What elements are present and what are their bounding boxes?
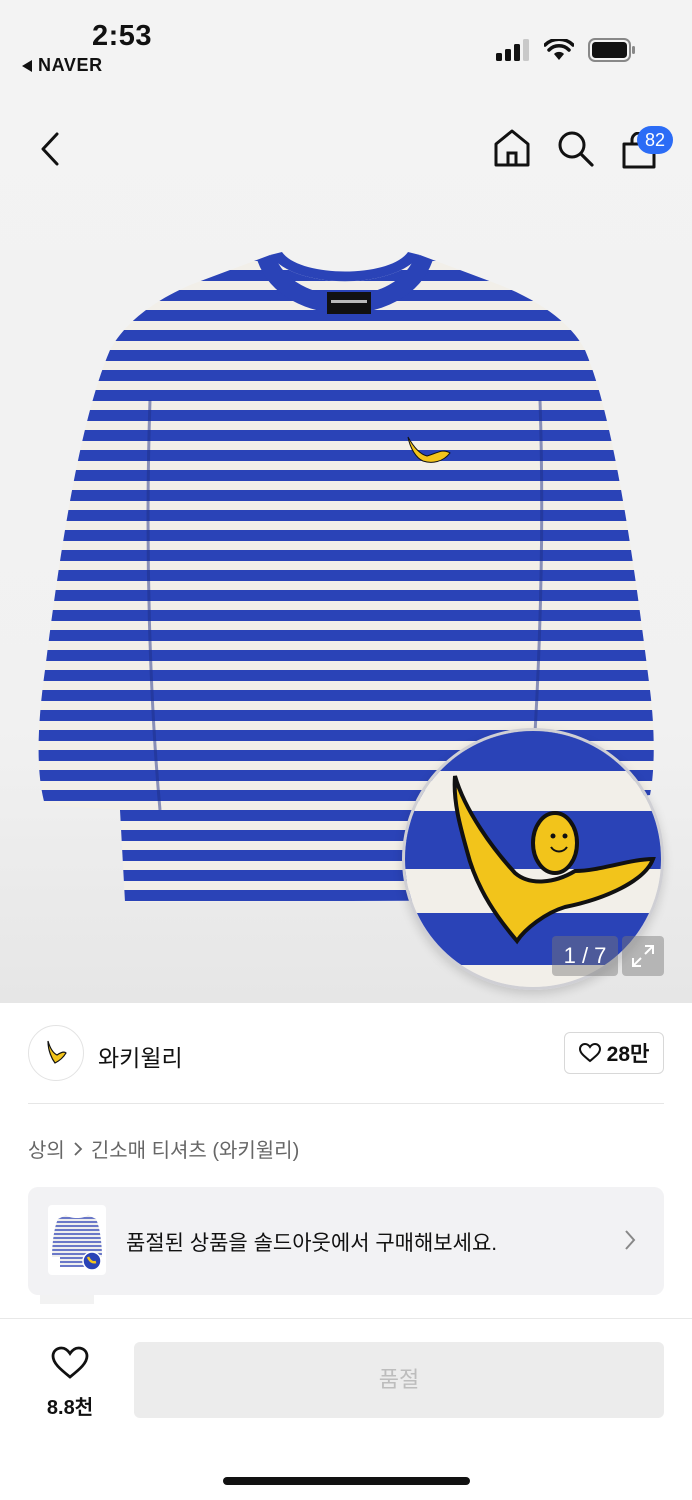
battery-icon [588, 38, 635, 62]
brand-row: 와키윌리 28만 [28, 1025, 664, 1083]
brand-name[interactable]: 와키윌리 [98, 1039, 183, 1073]
product-image-gallery[interactable]: 82 1 / 7 [0, 90, 692, 1003]
system-icons [496, 38, 636, 62]
status-bar: 2:53 NAVER [0, 0, 692, 90]
wish-button[interactable]: 8.8천 [34, 1346, 106, 1420]
home-indicator[interactable] [223, 1477, 470, 1485]
breadcrumb-category[interactable]: 상의 [28, 1134, 65, 1163]
duck-logo-icon [47, 1040, 67, 1064]
back-to-app-button[interactable]: NAVER [22, 55, 103, 76]
chevron-right-icon [625, 1230, 636, 1250]
expand-icon [632, 945, 654, 967]
bottom-divider [0, 1318, 692, 1319]
brand-like-count: 28만 [606, 1043, 650, 1066]
heart-icon [51, 1346, 89, 1379]
breadcrumb: 상의 긴소매 티셔츠 (와키윌리) [28, 1134, 299, 1163]
home-icon[interactable] [493, 128, 531, 168]
back-app-label: NAVER [38, 55, 103, 75]
cellular-signal-icon [496, 39, 529, 61]
brand-like-button[interactable]: 28만 [564, 1032, 664, 1074]
breadcrumb-subcategory[interactable]: 긴소매 티셔츠 (와키윌리) [91, 1134, 299, 1163]
cart-count-badge: 82 [637, 126, 673, 154]
back-triangle-icon [22, 59, 32, 72]
image-counter: 1 / 7 [552, 936, 618, 976]
soldout-banner[interactable]: 품절된 상품을 솔드아웃에서 구매해보세요. [28, 1187, 664, 1295]
chevron-right-icon [74, 1141, 83, 1156]
brand-logo[interactable] [28, 1025, 84, 1081]
top-nav [0, 120, 692, 180]
expand-image-button[interactable] [622, 936, 664, 976]
soldout-banner-text: 품절된 상품을 솔드아웃에서 구매해보세요. [126, 1232, 498, 1255]
heart-icon [578, 1043, 601, 1063]
wish-count: 8.8천 [46, 1397, 94, 1419]
section-divider [28, 1103, 664, 1104]
status-time: 2:53 [92, 20, 153, 52]
wifi-icon [544, 39, 574, 60]
banner-thumbnail [48, 1205, 106, 1275]
soldout-buy-button[interactable]: 품절 [134, 1342, 664, 1418]
back-chevron-icon[interactable] [38, 130, 62, 168]
search-icon[interactable] [557, 130, 595, 168]
